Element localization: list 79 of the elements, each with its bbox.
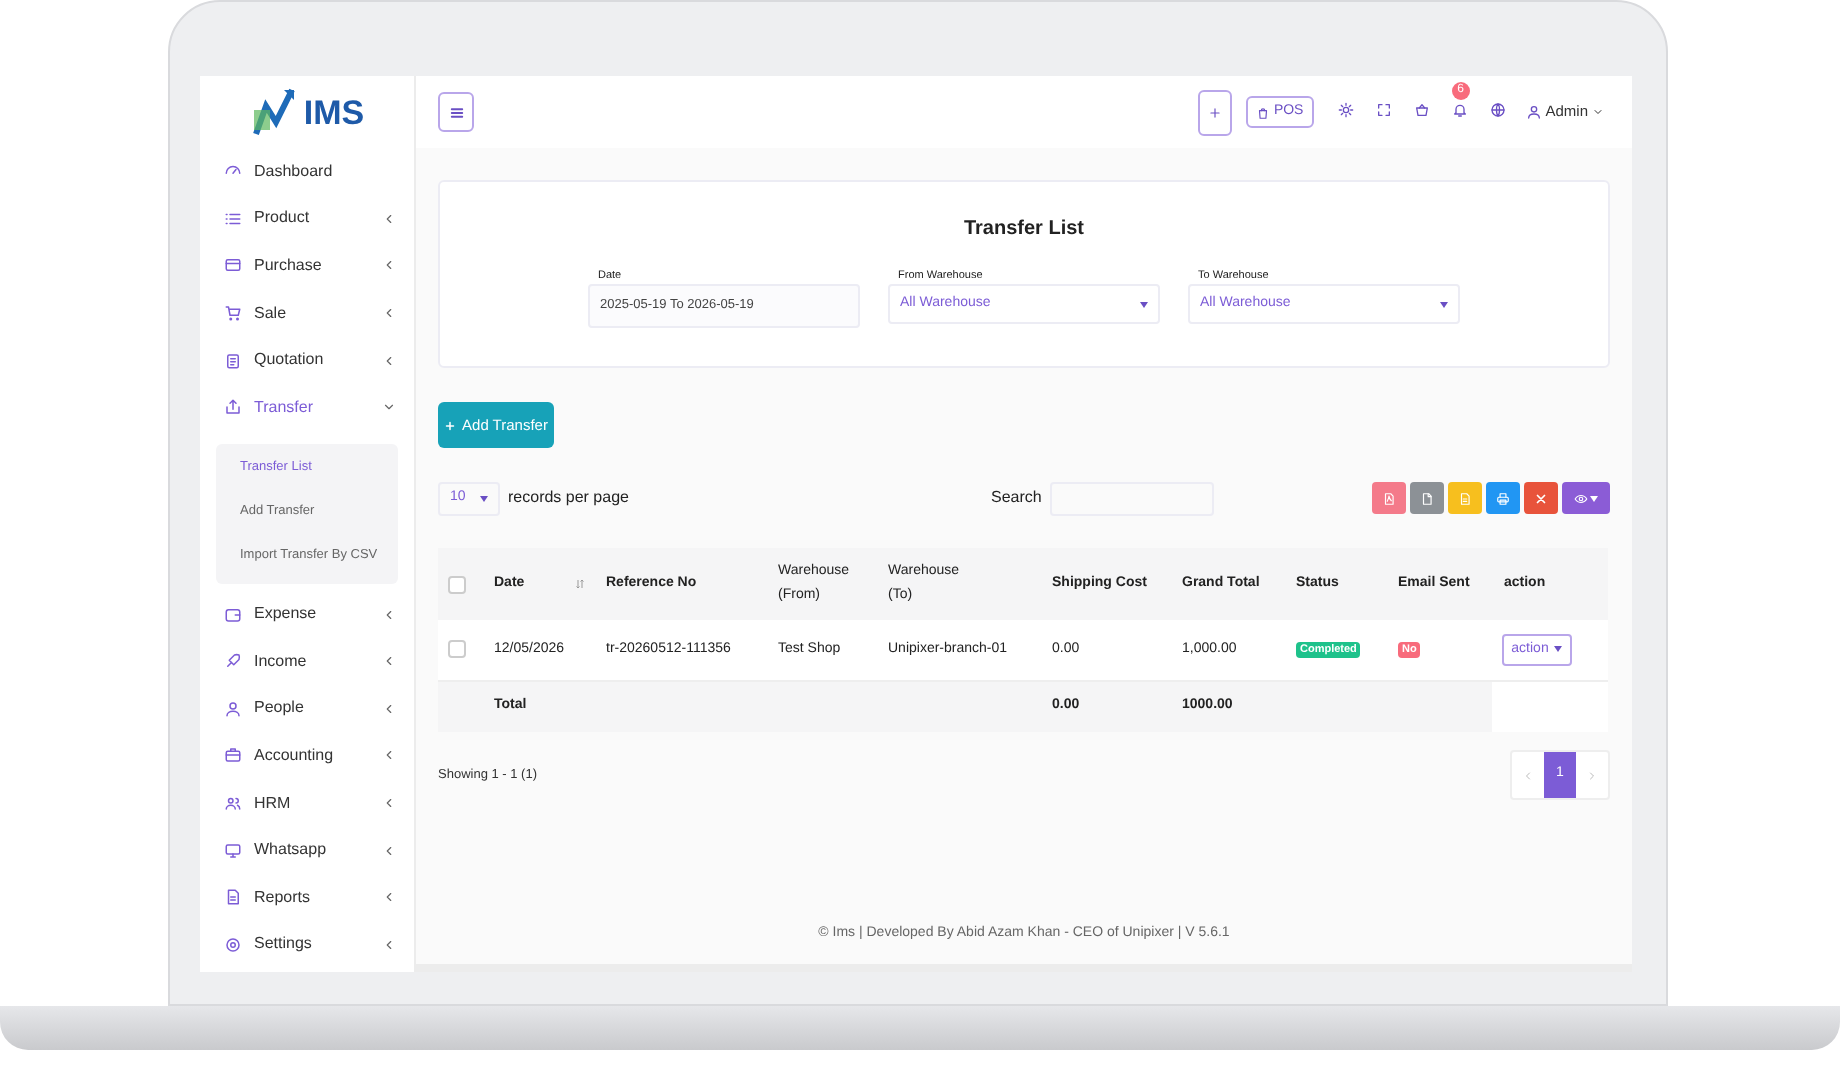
sidebar-item[interactable]: Expense xyxy=(200,590,414,638)
chevron-left-icon xyxy=(382,937,396,952)
sidebar-item[interactable]: HRM xyxy=(200,779,414,827)
caret-icon xyxy=(1590,495,1598,501)
caret-icon xyxy=(1440,301,1448,307)
close-icon xyxy=(1534,491,1548,505)
document-icon xyxy=(224,888,242,907)
chevron-left-icon xyxy=(382,796,396,811)
caret-icon xyxy=(480,495,488,501)
card-title: Transfer List xyxy=(963,216,1085,244)
add-button[interactable] xyxy=(1197,89,1232,135)
printer-icon xyxy=(1496,491,1510,505)
caret-icon xyxy=(1554,646,1563,653)
card-icon xyxy=(224,256,242,275)
menu-icon xyxy=(447,103,465,121)
wallet-icon xyxy=(224,605,242,624)
sidebar-item[interactable]: Dashboard xyxy=(200,148,414,196)
clipboard-icon xyxy=(224,351,242,370)
briefcase-icon xyxy=(224,746,242,765)
chevron-down-icon xyxy=(382,400,396,415)
monitor-icon xyxy=(224,841,242,860)
sidebar-item[interactable]: People xyxy=(200,685,414,733)
search-label: Search xyxy=(990,486,1042,510)
settings-icon xyxy=(224,935,242,954)
sidebar-item[interactable]: Whatsapp xyxy=(200,826,414,874)
plus-icon xyxy=(444,419,457,431)
sort-icon[interactable] xyxy=(574,578,586,590)
share-icon xyxy=(224,398,242,417)
user-icon xyxy=(224,699,242,718)
columns-button[interactable] xyxy=(1562,482,1610,514)
chevron-left-icon xyxy=(382,607,396,622)
sun-icon xyxy=(1337,101,1354,117)
chevron-left-icon xyxy=(1522,769,1534,781)
sidebar-item[interactable]: Product xyxy=(200,195,414,243)
sidebar-item[interactable]: Transfer xyxy=(200,383,414,432)
basket-icon xyxy=(1413,101,1430,117)
chevron-left-icon xyxy=(382,748,396,763)
expand-icon xyxy=(1375,101,1392,117)
sidebar-item[interactable]: Accounting xyxy=(200,732,414,780)
chevron-down-icon xyxy=(1592,106,1604,118)
pdf-button[interactable] xyxy=(1372,482,1406,514)
chevron-left-icon xyxy=(382,890,396,905)
logo-icon xyxy=(249,86,298,138)
row-checkbox[interactable] xyxy=(448,640,466,659)
pdf-file-icon xyxy=(1382,491,1396,505)
plus-icon xyxy=(1207,105,1222,119)
chevron-left-icon xyxy=(382,211,396,226)
bell-icon xyxy=(1451,101,1468,117)
chevron-left-icon xyxy=(382,701,396,716)
file-icon xyxy=(1458,491,1472,505)
globe-icon xyxy=(1489,101,1506,117)
chevron-left-icon xyxy=(382,258,396,273)
bag-icon xyxy=(1255,105,1270,119)
file-icon xyxy=(1420,491,1434,505)
cart-icon xyxy=(224,304,242,323)
chevron-left-icon xyxy=(382,654,396,669)
user-icon xyxy=(1525,104,1542,120)
logo-text: IMS xyxy=(303,95,365,129)
print-button[interactable] xyxy=(1486,482,1520,514)
menu-button[interactable] xyxy=(438,92,474,132)
csv-button[interactable] xyxy=(1410,482,1444,514)
select-all-checkbox[interactable] xyxy=(448,575,466,593)
list-icon xyxy=(224,209,242,228)
users-icon xyxy=(224,794,242,813)
sidebar-item[interactable]: Reports xyxy=(200,873,414,921)
chevron-right-icon xyxy=(1586,769,1598,781)
sidebar-item[interactable]: Income xyxy=(200,637,414,686)
caret-icon xyxy=(1140,301,1148,307)
sidebar-item[interactable]: Quotation xyxy=(200,336,414,384)
sidebar-item[interactable]: Sale xyxy=(200,289,414,337)
chevron-left-icon xyxy=(382,306,396,321)
sidebar-item[interactable]: Purchase xyxy=(200,242,414,290)
eye-icon xyxy=(1574,491,1588,505)
chevron-left-icon xyxy=(382,353,396,368)
records-label: records per page xyxy=(508,486,629,510)
excel-button[interactable] xyxy=(1448,482,1482,514)
reset-button[interactable] xyxy=(1524,482,1558,514)
chevron-left-icon xyxy=(382,843,396,858)
sidebar-item[interactable]: Settings xyxy=(200,921,414,969)
